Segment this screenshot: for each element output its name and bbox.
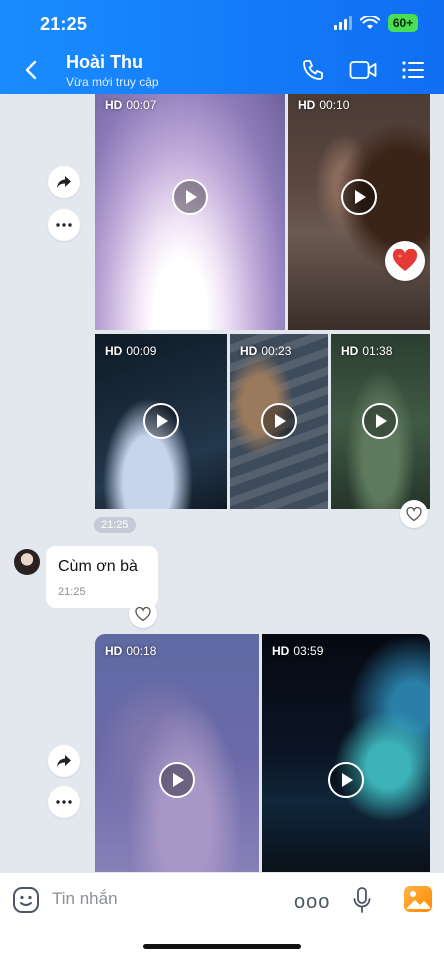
home-indicator — [143, 944, 301, 949]
options-button[interactable] — [398, 56, 428, 84]
battery-indicator: 60+ — [388, 14, 418, 32]
message-text: Cùm ơn bà — [58, 558, 138, 575]
video-thumbnail[interactable]: HD 00:18 — [95, 634, 259, 872]
emoji-icon[interactable] — [12, 886, 40, 914]
play-icon[interactable] — [328, 762, 364, 798]
play-icon[interactable] — [143, 403, 179, 439]
more-icon — [56, 800, 72, 804]
chat-header: 21:25 60+ Hoài Thu Vừa mới truy cập — [0, 0, 444, 94]
video-duration: HD 00:18 — [105, 644, 157, 658]
gallery-button[interactable] — [404, 886, 432, 912]
signal-icon — [334, 16, 352, 30]
react-button[interactable] — [129, 600, 157, 628]
video-thumbnail[interactable]: HD 00:23 — [230, 334, 328, 509]
play-icon[interactable] — [159, 762, 195, 798]
video-duration: HD 03:59 — [272, 644, 324, 658]
video-thumbnail[interactable]: HD 03:59 — [262, 634, 430, 872]
nav-bar: Hoài Thu Vừa mới truy cập — [0, 46, 444, 94]
play-icon[interactable] — [261, 403, 297, 439]
share-button[interactable] — [48, 166, 80, 198]
more-actions-button[interactable]: ooo — [294, 891, 330, 914]
video-duration: HD 00:10 — [298, 98, 350, 112]
reaction-heart[interactable] — [385, 241, 425, 281]
video-duration: HD 00:09 — [105, 344, 157, 358]
more-options-button[interactable] — [48, 209, 80, 241]
react-button[interactable] — [400, 500, 428, 528]
contact-status: Vừa mới truy cập — [66, 75, 159, 89]
message-input[interactable]: Tin nhắn — [52, 889, 118, 909]
call-button[interactable] — [298, 56, 328, 84]
share-icon — [57, 176, 71, 188]
avatar[interactable] — [14, 549, 40, 575]
more-icon — [56, 223, 72, 227]
video-duration: HD 00:23 — [240, 344, 292, 358]
back-icon[interactable] — [18, 56, 46, 84]
gallery-icon — [407, 891, 430, 909]
video-thumbnail[interactable]: HD 00:09 — [95, 334, 227, 509]
video-thumbnail[interactable]: HD 00:07 — [95, 94, 285, 330]
status-bar: 21:25 60+ — [0, 0, 444, 46]
more-options-button[interactable] — [48, 786, 80, 818]
message-time: 21:25 — [58, 586, 86, 598]
heart-icon — [406, 506, 422, 521]
play-icon[interactable] — [362, 403, 398, 439]
heart-icon — [135, 606, 151, 621]
video-duration: HD 01:38 — [341, 344, 393, 358]
video-call-icon — [349, 61, 377, 79]
menu-icon — [402, 61, 424, 79]
status-time: 21:25 — [40, 14, 88, 34]
wifi-icon — [360, 16, 380, 29]
message-bubble[interactable]: Cùm ơn bà 21:25 — [46, 546, 158, 608]
phone-icon — [303, 60, 323, 80]
timestamp-pill: 21:25 — [94, 517, 136, 533]
play-icon[interactable] — [172, 179, 208, 215]
video-duration: HD 00:07 — [105, 98, 157, 112]
mic-icon[interactable] — [352, 886, 372, 914]
video-thumbnail[interactable]: HD 00:10 — [288, 94, 430, 330]
contact-name[interactable]: Hoài Thu — [66, 52, 143, 73]
play-icon[interactable] — [341, 179, 377, 215]
video-call-button[interactable] — [348, 56, 378, 84]
video-thumbnail[interactable]: HD 01:38 — [331, 334, 430, 509]
share-icon — [57, 755, 71, 767]
status-icons: 60+ — [334, 14, 418, 32]
share-button[interactable] — [48, 745, 80, 777]
heart-icon — [392, 249, 418, 271]
chat-area[interactable]: HD 00:07 HD 00:10 HD 00:09 HD 00:23 HD 01:38 — [0, 94, 444, 872]
